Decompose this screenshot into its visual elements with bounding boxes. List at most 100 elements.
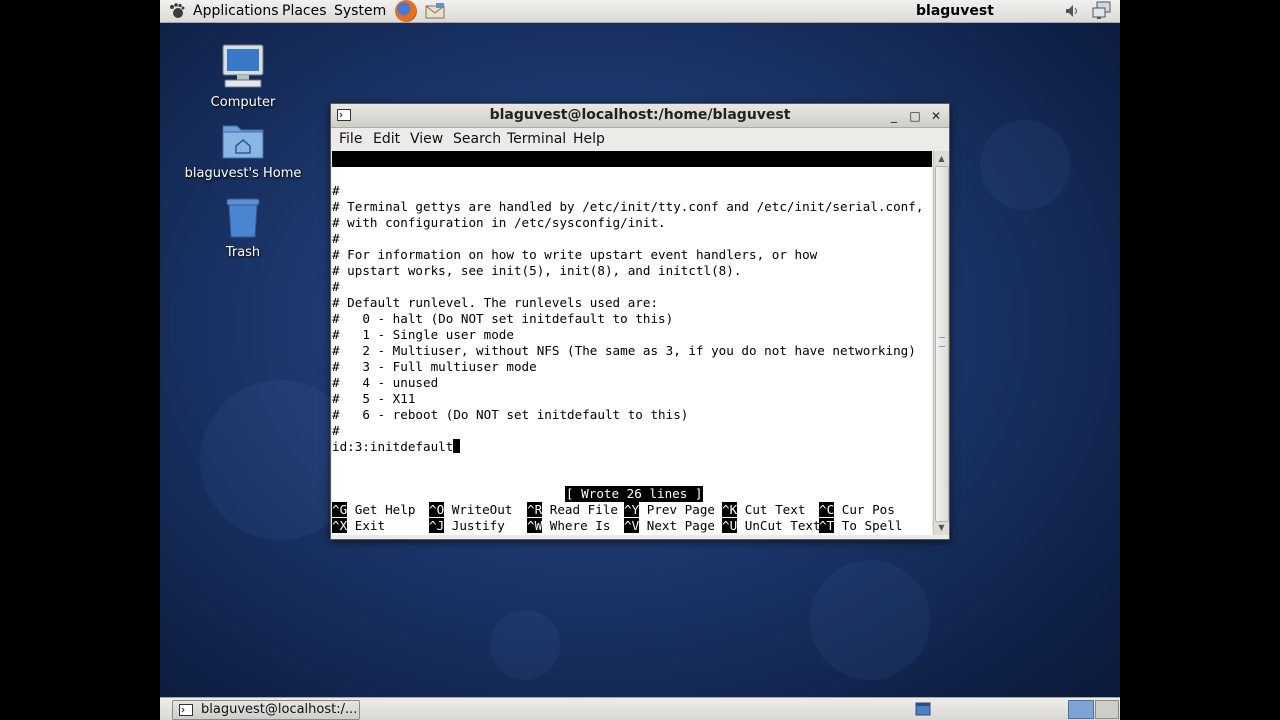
file-line: # 5 - X11 bbox=[332, 391, 416, 406]
wallpaper-bokeh bbox=[490, 610, 560, 680]
shortcut-writeout[interactable]: ^O WriteOut bbox=[429, 502, 512, 518]
menu-terminal[interactable]: Terminal bbox=[507, 131, 566, 147]
nano-filename: File: /etc/inittab bbox=[550, 183, 687, 198]
show-desktop-icon[interactable] bbox=[915, 701, 931, 717]
terminal-window: blaguvest@localhost:/home/blaguvest _ □ … bbox=[330, 103, 950, 540]
menu-edit[interactable]: Edit bbox=[373, 131, 400, 147]
shortcut-where-is[interactable]: ^W Where Is bbox=[527, 518, 610, 534]
wallpaper-bokeh bbox=[980, 120, 1070, 210]
shortcut-key: ^G bbox=[332, 502, 348, 517]
shortcut-label: To Spell bbox=[841, 518, 903, 533]
scroll-up-arrow-icon[interactable]: ▲ bbox=[935, 152, 948, 165]
shortcut-cut-text[interactable]: ^K Cut Text bbox=[722, 502, 805, 518]
maximize-button[interactable]: □ bbox=[907, 108, 923, 124]
menu-system[interactable]: System bbox=[334, 2, 386, 20]
shortcut-key: ^T bbox=[819, 518, 835, 533]
shortcut-get-help[interactable]: ^G Get Help bbox=[332, 502, 415, 518]
grip-icon bbox=[939, 337, 945, 347]
terminal-menubar: File Edit View Search Terminal Help bbox=[331, 128, 949, 150]
shortcut-key: ^W bbox=[527, 518, 543, 533]
computer-icon bbox=[222, 44, 264, 88]
scroll-down-arrow-icon[interactable]: ▼ bbox=[935, 521, 948, 534]
shortcut-key: ^C bbox=[819, 502, 835, 517]
file-line: # 0 - halt (Do NOT set initdefault to th… bbox=[332, 311, 674, 326]
file-line-text: id:3:initdefault bbox=[332, 439, 454, 454]
workspace-2[interactable] bbox=[1095, 700, 1119, 719]
nano-header: GNU nano 2.0.9 File: /etc/inittab bbox=[332, 151, 932, 198]
gnome-foot-icon[interactable] bbox=[169, 3, 185, 19]
shortcut-uncut-text[interactable]: ^U UnCut Text bbox=[722, 518, 821, 534]
scrollbar-thumb[interactable] bbox=[935, 166, 949, 522]
mail-icon[interactable] bbox=[424, 2, 446, 20]
menu-help[interactable]: Help bbox=[573, 131, 605, 147]
file-line: # bbox=[332, 279, 340, 294]
terminal-icon bbox=[179, 704, 193, 716]
desktop: Applications Places System blaguvest Com… bbox=[160, 0, 1120, 720]
file-line: # with configuration in /etc/sysconfig/i… bbox=[332, 215, 666, 230]
file-line-current: id:3:initdefault bbox=[332, 439, 461, 455]
shortcut-label: Next Page bbox=[646, 518, 716, 533]
taskbar-label: blaguvest@localhost:/... bbox=[201, 702, 358, 717]
terminal-content[interactable]: GNU nano 2.0.9 File: /etc/inittab # # Te… bbox=[332, 151, 932, 535]
shortcut-cur-pos[interactable]: ^C Cur Pos bbox=[819, 502, 895, 518]
file-line: # bbox=[332, 183, 340, 198]
file-line: # 2 - Multiuser, without NFS (The same a… bbox=[332, 343, 916, 358]
shortcut-key: ^V bbox=[624, 518, 640, 533]
shortcut-read-file[interactable]: ^R Read File bbox=[527, 502, 618, 518]
desktop-icon-label: Computer bbox=[210, 95, 276, 110]
file-line: # 4 - unused bbox=[332, 375, 439, 390]
menu-places[interactable]: Places bbox=[282, 2, 327, 20]
menu-file[interactable]: File bbox=[339, 131, 362, 147]
volume-icon[interactable] bbox=[1064, 3, 1080, 19]
user-name[interactable]: blaguvest bbox=[916, 2, 994, 20]
menu-applications[interactable]: Applications bbox=[193, 2, 279, 20]
file-line: # bbox=[332, 231, 340, 246]
workspace-1[interactable] bbox=[1068, 700, 1094, 719]
shortcut-label: Justify bbox=[451, 518, 505, 533]
shortcut-next-page[interactable]: ^V Next Page bbox=[624, 518, 715, 534]
file-line: # 3 - Full multiuser mode bbox=[332, 359, 537, 374]
file-line: # 1 - Single user mode bbox=[332, 327, 514, 342]
shortcut-key: ^R bbox=[527, 502, 543, 517]
shortcut-to-spell[interactable]: ^T To Spell bbox=[819, 518, 902, 534]
file-line: # Default runlevel. The runlevels used a… bbox=[332, 295, 659, 310]
menu-view[interactable]: View bbox=[410, 131, 443, 147]
desktop-icon-trash[interactable]: Trash bbox=[183, 195, 303, 260]
trash-icon bbox=[226, 198, 260, 238]
desktop-icon-label: Trash bbox=[225, 245, 261, 260]
minimize-button[interactable]: _ bbox=[886, 108, 902, 124]
home-folder-icon bbox=[222, 125, 264, 159]
wallpaper-bokeh bbox=[810, 560, 930, 680]
desktop-icon-computer[interactable]: Computer bbox=[183, 43, 303, 110]
shortcut-key: ^O bbox=[429, 502, 445, 517]
shortcut-label: Cur Pos bbox=[841, 502, 895, 517]
shortcut-exit[interactable]: ^X Exit bbox=[332, 518, 385, 534]
file-line: # bbox=[332, 423, 340, 438]
shortcut-justify[interactable]: ^J Justify bbox=[429, 518, 505, 534]
desktop-icon-home[interactable]: blaguvest's Home bbox=[183, 120, 303, 181]
top-panel: Applications Places System blaguvest bbox=[160, 0, 1120, 23]
network-icon[interactable] bbox=[1092, 1, 1112, 21]
shortcut-label: Cut Text bbox=[744, 502, 806, 517]
shortcut-key: ^K bbox=[722, 502, 738, 517]
firefox-icon[interactable] bbox=[395, 0, 417, 22]
window-title: blaguvest@localhost:/home/blaguvest bbox=[489, 107, 791, 123]
bottom-panel: blaguvest@localhost:/... bbox=[160, 697, 1120, 720]
window-titlebar[interactable]: blaguvest@localhost:/home/blaguvest _ □ … bbox=[331, 104, 949, 128]
shortcut-label: WriteOut bbox=[451, 502, 513, 517]
shortcut-key: ^U bbox=[722, 518, 738, 533]
nano-status-message: [ Wrote 26 lines ] bbox=[565, 486, 704, 502]
file-line: # Terminal gettys are handled by /etc/in… bbox=[332, 199, 924, 214]
shortcut-prev-page[interactable]: ^Y Prev Page bbox=[624, 502, 715, 518]
shortcut-label: Exit bbox=[354, 518, 386, 533]
shortcut-label: Where Is bbox=[549, 518, 611, 533]
shortcut-label: Prev Page bbox=[646, 502, 716, 517]
shortcut-key: ^Y bbox=[624, 502, 640, 517]
desktop-icon-label: blaguvest's Home bbox=[184, 166, 302, 181]
taskbar-terminal-button[interactable]: blaguvest@localhost:/... bbox=[172, 700, 360, 720]
close-button[interactable]: ✕ bbox=[928, 108, 944, 124]
shortcut-label: Get Help bbox=[354, 502, 416, 517]
terminal-scrollbar[interactable]: ▲ ▼ bbox=[933, 151, 949, 535]
menu-search[interactable]: Search bbox=[453, 131, 501, 147]
shortcut-key: ^J bbox=[429, 518, 445, 533]
